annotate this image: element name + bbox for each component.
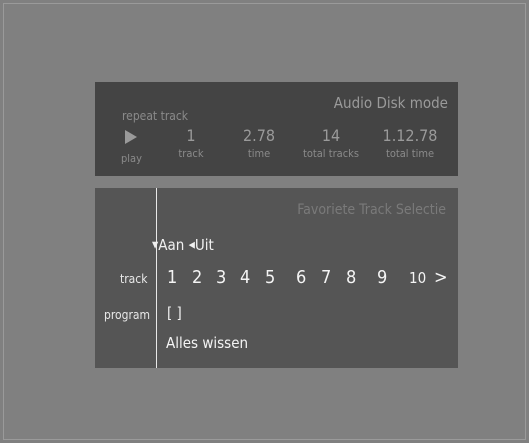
track-button-3[interactable]: 3	[216, 267, 226, 288]
track-button-9[interactable]: 9	[377, 267, 387, 288]
off-option[interactable]: Uit	[195, 236, 214, 254]
on-option[interactable]: Aan	[158, 236, 184, 254]
track-selection-panel: Favoriete Track Selectie ▼Aan ◀Uit track…	[95, 188, 458, 368]
track-button-1[interactable]: 1	[167, 267, 177, 288]
track-button-10[interactable]: 10	[409, 269, 426, 287]
track-number: 1 track	[173, 127, 209, 161]
track-button-8[interactable]: 8	[346, 267, 356, 288]
track-button-5[interactable]: 5	[265, 267, 275, 288]
track-button-6[interactable]: 6	[296, 267, 306, 288]
repeat-indicator: repeat track	[122, 109, 189, 123]
program-slot[interactable]: [ ]	[167, 304, 182, 322]
track-time-value: 2.78	[242, 126, 276, 145]
play-icon	[125, 130, 137, 144]
clear-all-button[interactable]: Alles wissen	[166, 334, 248, 352]
status-panel: Audio Disk mode repeat track play 1 trac…	[95, 82, 458, 176]
panel-title: Favoriete Track Selectie	[297, 202, 446, 218]
total-time-value: 1.12.78	[382, 126, 438, 145]
total-tracks-value: 14	[321, 126, 341, 145]
track-time-label: time	[247, 147, 271, 160]
track-number-value: 1	[186, 126, 196, 145]
total-time: 1.12.78 total time	[380, 127, 440, 161]
track-button-7[interactable]: 7	[321, 267, 331, 288]
on-off-toggle[interactable]: ▼Aan ◀Uit	[152, 236, 214, 254]
divider-line	[156, 188, 157, 368]
total-tracks-label: total tracks	[302, 147, 360, 160]
play-label: play	[121, 152, 142, 165]
track-time: 2.78 time	[239, 127, 279, 161]
mode-title: Audio Disk mode	[333, 94, 448, 112]
program-row-label: program	[104, 308, 151, 322]
track-button-2[interactable]: 2	[192, 267, 202, 288]
total-tracks: 14 total tracks	[299, 127, 363, 161]
track-row-label: track	[120, 272, 148, 286]
track-button-4[interactable]: 4	[240, 267, 250, 288]
total-time-label: total time	[385, 147, 435, 160]
track-number-label: track	[178, 147, 204, 160]
next-tracks-button[interactable]: >	[434, 267, 448, 288]
